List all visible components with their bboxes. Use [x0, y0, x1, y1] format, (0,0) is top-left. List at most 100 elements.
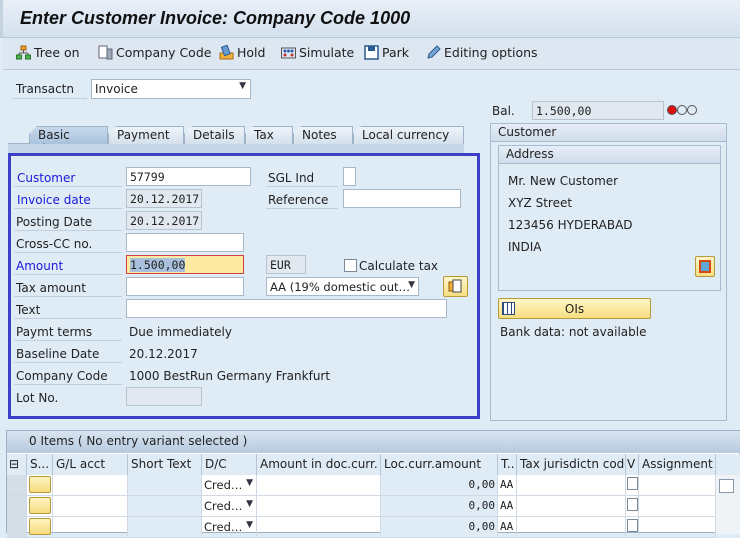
tax-code-cell[interactable]: AA: [498, 475, 517, 496]
tax-code-cell[interactable]: AA: [498, 496, 517, 517]
short-text-cell[interactable]: [128, 517, 202, 538]
currency-field[interactable]: EUR: [266, 255, 306, 274]
doc-amount-cell[interactable]: [257, 475, 381, 496]
address-line: 123456 HYDERABAD: [508, 218, 633, 232]
posting-date-label: Posting Date: [16, 215, 93, 229]
simulate-button[interactable]: Simulate: [281, 45, 354, 60]
customer-label: Customer: [17, 171, 76, 185]
sgl-ind-field[interactable]: [343, 167, 356, 186]
transaction-select[interactable]: Invoice ▼: [91, 79, 251, 99]
column-header[interactable]: G/L acct: [53, 454, 128, 475]
company-code-icon: [98, 45, 113, 60]
status-cell[interactable]: [27, 496, 53, 517]
customer-field[interactable]: 57799: [126, 167, 251, 186]
debit-credit-select[interactable]: Cred… ▼: [202, 475, 257, 496]
local-amount-cell: 0,00: [381, 517, 498, 538]
column-header[interactable]: D/C: [202, 454, 257, 475]
gl-account-cell[interactable]: [53, 475, 128, 496]
status-cell[interactable]: [27, 475, 53, 496]
customer-panel: Customer Address Mr. New Customer XYZ St…: [490, 123, 727, 421]
vertical-scrollbar[interactable]: [716, 475, 740, 534]
short-text-cell[interactable]: [128, 475, 202, 496]
tax-code-select[interactable]: AA (19% domestic out… ▼: [266, 277, 419, 296]
status-cell[interactable]: [27, 517, 53, 538]
grid-scroll-top: [716, 454, 740, 475]
doc-amount-cell[interactable]: [257, 517, 381, 538]
pencil-icon: [427, 45, 441, 59]
payment-terms-label: Paymt terms: [16, 325, 93, 339]
column-header[interactable]: Tax jurisdictn code: [517, 454, 626, 475]
reference-field[interactable]: [343, 189, 461, 208]
dc-value: Cred…: [204, 520, 243, 534]
doc-amount-cell[interactable]: [257, 496, 381, 517]
company-code-button[interactable]: Company Code: [98, 45, 211, 60]
invoice-date-label: Invoice date: [17, 193, 91, 207]
short-text-cell[interactable]: [128, 496, 202, 517]
tab-details[interactable]: Details: [184, 126, 245, 144]
tab-basic-data[interactable]: Basic data: [29, 126, 108, 144]
gl-account-cell[interactable]: [53, 496, 128, 517]
balance-label: Bal.: [492, 104, 515, 118]
v-checkbox-cell[interactable]: [626, 496, 639, 517]
tax-amount-field[interactable]: [126, 277, 244, 296]
column-header[interactable]: Assignment: [639, 454, 716, 475]
assignment-cell[interactable]: [639, 475, 716, 496]
simulate-icon: [281, 47, 296, 59]
status-button[interactable]: [29, 518, 51, 535]
bank-data-text: Bank data: not available: [500, 325, 647, 339]
address-line: Mr. New Customer: [508, 174, 619, 188]
tree-on-button[interactable]: Tree on: [16, 45, 80, 60]
customer-panel-title: Customer: [491, 124, 726, 142]
payment-terms-value: Due immediately: [129, 325, 232, 339]
assignment-cell[interactable]: [639, 496, 716, 517]
text-field[interactable]: [126, 299, 447, 318]
assignment-cell[interactable]: [639, 517, 716, 538]
scroll-thumb[interactable]: [719, 479, 734, 493]
status-button[interactable]: [29, 497, 51, 514]
column-header[interactable]: Short Text: [128, 454, 202, 475]
debit-credit-select[interactable]: Cred… ▼: [202, 517, 257, 538]
items-table-title: 0 Items ( No entry variant selected ): [7, 431, 740, 453]
hold-button[interactable]: Hold: [219, 45, 265, 60]
column-header[interactable]: Loc.curr.amount: [381, 454, 498, 475]
address-details-button[interactable]: [695, 256, 715, 277]
tab-payment[interactable]: Payment: [108, 126, 184, 144]
row-selector[interactable]: [7, 517, 27, 538]
status-button[interactable]: [29, 476, 51, 493]
tax-jurisdiction-cell[interactable]: [517, 496, 626, 517]
tax-details-button[interactable]: [443, 276, 468, 297]
cross-cc-field[interactable]: [126, 233, 244, 252]
column-header[interactable]: S...: [27, 454, 53, 475]
invoice-date-field[interactable]: 20.12.2017: [126, 189, 202, 208]
calculate-tax-checkbox[interactable]: [344, 259, 357, 272]
ois-button[interactable]: OIs: [498, 298, 651, 319]
v-checkbox-cell[interactable]: [626, 517, 639, 538]
tax-code-cell[interactable]: AA: [498, 517, 517, 538]
ois-label: OIs: [564, 302, 585, 316]
checkbox[interactable]: [627, 519, 638, 532]
tab-local-currency[interactable]: Local currency: [353, 126, 464, 144]
v-checkbox-cell[interactable]: [626, 475, 639, 496]
row-selector[interactable]: [7, 496, 27, 517]
checkbox[interactable]: [627, 498, 638, 511]
local-amount-cell: 0,00: [381, 475, 498, 496]
column-header[interactable]: T..: [498, 454, 517, 475]
checkbox[interactable]: [627, 477, 638, 490]
debit-credit-select[interactable]: Cred… ▼: [202, 496, 257, 517]
tax-jurisdiction-cell[interactable]: [517, 475, 626, 496]
tab-tax[interactable]: Tax: [245, 126, 293, 144]
column-header[interactable]: Amount in doc.curr.: [257, 454, 381, 475]
park-button[interactable]: Park: [364, 45, 409, 60]
editing-options-button[interactable]: Editing options: [426, 45, 538, 60]
tab-notes[interactable]: Notes: [293, 126, 353, 144]
column-settings-icon[interactable]: ⊟: [7, 454, 27, 475]
tax-jurisdiction-cell[interactable]: [517, 517, 626, 538]
column-header[interactable]: V: [626, 454, 639, 475]
tab-strip-base: [8, 143, 464, 153]
gl-account-cell[interactable]: [53, 517, 128, 538]
toolbar: Tree on Company Code Hold Simulate Park …: [3, 38, 740, 70]
amount-field[interactable]: 1.500,00: [126, 255, 244, 274]
posting-date-field[interactable]: 20.12.2017: [126, 211, 202, 230]
lot-no-field[interactable]: [126, 387, 202, 406]
row-selector[interactable]: [7, 475, 27, 496]
